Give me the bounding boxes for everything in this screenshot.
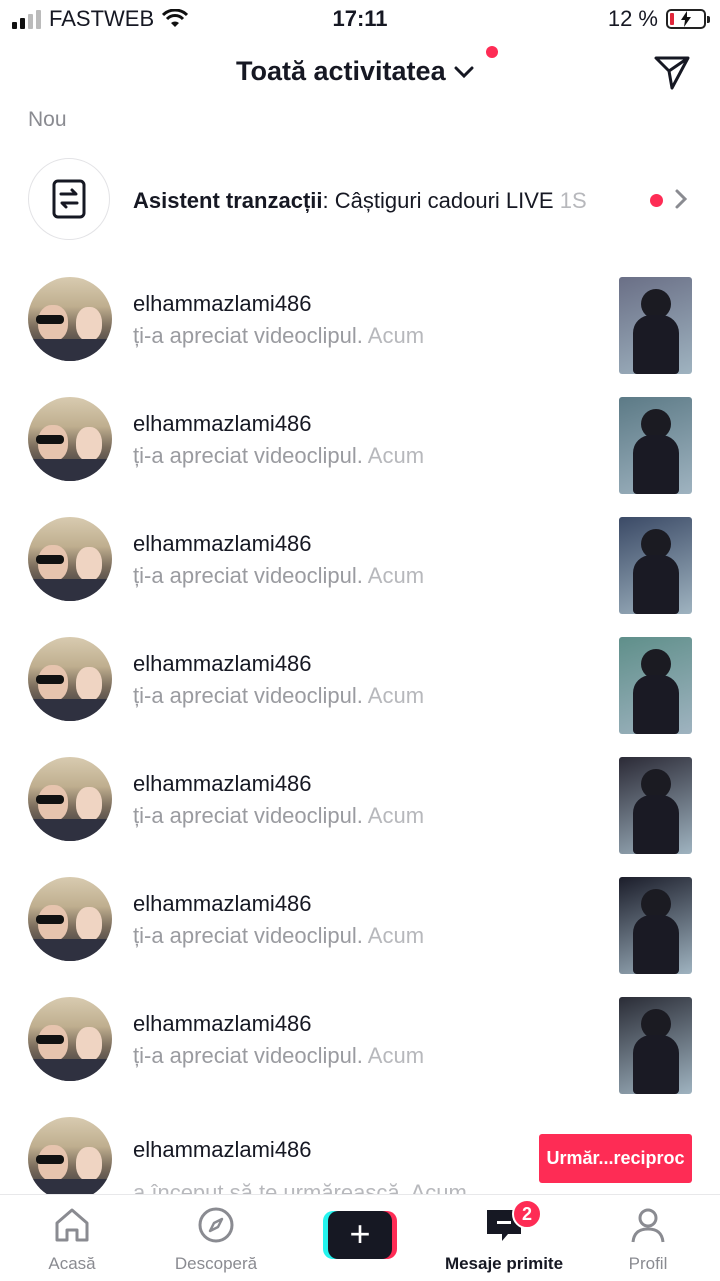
tab-discover[interactable]: Descoperă [156, 1205, 276, 1274]
action-text: ți-a apreciat videoclipul. [133, 563, 368, 588]
page-title: Toată activitatea [236, 56, 446, 86]
activity-text: ți-a apreciat videoclipul. Acum [133, 443, 424, 469]
activity-text: ți-a apreciat videoclipul. Acum [133, 563, 424, 589]
transaction-icon [28, 158, 110, 240]
avatar[interactable] [28, 277, 112, 361]
tab-inbox[interactable]: Mesaje primite [444, 1205, 564, 1274]
activity-time: Acum [367, 683, 425, 708]
tab-profile[interactable]: Profil [588, 1205, 708, 1274]
profile-icon [631, 1208, 665, 1243]
avatar[interactable] [28, 517, 112, 601]
activity-text: ți-a apreciat videoclipul. Acum [133, 803, 424, 829]
username[interactable]: elhammazlami486 [133, 1011, 312, 1037]
chevron-down-icon [454, 66, 474, 78]
avatar[interactable] [28, 397, 112, 481]
header: Toată activitatea [0, 44, 720, 104]
status-right: 12 % [607, 6, 710, 32]
video-thumbnail[interactable] [619, 277, 692, 374]
create-video-button[interactable]: + [323, 1211, 397, 1259]
tab-discover-label: Descoperă [174, 1254, 258, 1273]
activity-time: Acum [367, 923, 425, 948]
video-thumbnail[interactable] [619, 397, 692, 494]
list-item[interactable]: elhammazlami486 ți-a apreciat videoclipul… [0, 277, 720, 387]
username[interactable]: elhammazlami486 [133, 891, 312, 917]
action-text: ți-a apreciat videoclipul. [133, 923, 368, 948]
video-thumbnail[interactable] [619, 877, 692, 974]
action-text: ți-a apreciat videoclipul. [133, 443, 368, 468]
follow-back-button[interactable]: Urmăr...reciproc [539, 1134, 692, 1183]
inbox-badge: 2 [512, 1199, 542, 1229]
action-text: ți-a apreciat videoclipul. [133, 1043, 368, 1068]
activity-text: ți-a apreciat videoclipul. Acum [133, 923, 424, 949]
activity-text: ți-a apreciat videoclipul. Acum [133, 683, 424, 709]
list-item[interactable]: elhammazlami486 ți-a apreciat videoclipul… [0, 877, 720, 987]
tab-inbox-label: Mesaje primite [444, 1254, 564, 1273]
activity-time: Acum [367, 323, 425, 348]
avatar[interactable] [28, 997, 112, 1081]
video-thumbnail[interactable] [619, 757, 692, 854]
list-item[interactable]: elhammazlami486 ți-a apreciat videoclipul… [0, 517, 720, 627]
action-text: ți-a apreciat videoclipul. [133, 683, 368, 708]
activity-text: ți-a apreciat videoclipul. Acum [133, 1043, 424, 1069]
video-thumbnail[interactable] [619, 517, 692, 614]
list-item[interactable]: elhammazlami486 ți-a apreciat videoclipul… [0, 637, 720, 747]
list-item[interactable]: elhammazlami486 ți-a apreciat videoclipul… [0, 757, 720, 867]
activity-time: Acum [367, 443, 425, 468]
assistant-text: : Câștiguri cadouri LIVE [322, 188, 560, 213]
username[interactable]: elhammazlami486 [133, 771, 312, 797]
assistant-name: Asistent tranzacții [133, 188, 323, 213]
activity-time: Acum [367, 563, 425, 588]
bottom-tab-bar: Acasă Descoperă + Mesaje primite 2 Profi… [0, 1194, 720, 1281]
tab-profile-label: Profil [628, 1254, 668, 1273]
list-item[interactable]: elhammazlami486 ți-a apreciat videoclipul… [0, 997, 720, 1107]
plus-icon: + [328, 1211, 392, 1259]
activity-time: Acum [367, 803, 425, 828]
battery-icon [666, 9, 710, 29]
chevron-right-icon [675, 189, 688, 209]
username[interactable]: elhammazlami486 [133, 531, 312, 557]
action-text: ți-a apreciat videoclipul. [133, 803, 368, 828]
avatar[interactable] [28, 877, 112, 961]
video-thumbnail[interactable] [619, 997, 692, 1094]
tab-home[interactable]: Acasă [12, 1205, 132, 1274]
section-label-new: Nou [28, 108, 67, 131]
unread-dot [650, 194, 663, 207]
assistant-message: Asistent tranzacții: Câștiguri cadouri L… [133, 188, 603, 214]
status-bar: FASTWEB 17:11 12 % [0, 0, 720, 40]
compass-icon [198, 1207, 234, 1243]
username[interactable]: elhammazlami486 [133, 291, 312, 317]
home-icon [55, 1208, 89, 1242]
username[interactable]: elhammazlami486 [133, 651, 312, 677]
activity-text: ți-a apreciat videoclipul. Acum [133, 323, 424, 349]
username[interactable]: elhammazlami486 [133, 411, 312, 437]
action-text: ți-a apreciat videoclipul. [133, 323, 368, 348]
avatar[interactable] [28, 757, 112, 841]
avatar[interactable] [28, 637, 112, 721]
transaction-assistant-row[interactable]: Asistent tranzacții: Câștiguri cadouri L… [0, 158, 720, 244]
activity-time: Acum [367, 1043, 425, 1068]
send-message-icon[interactable] [652, 52, 692, 92]
username[interactable]: elhammazlami486 [133, 1137, 312, 1163]
tab-home-label: Acasă [48, 1254, 96, 1273]
list-item[interactable]: elhammazlami486 ți-a apreciat videoclipul… [0, 397, 720, 507]
avatar[interactable] [28, 1117, 112, 1194]
video-thumbnail[interactable] [619, 637, 692, 734]
battery-percent: 12 % [607, 6, 658, 31]
assistant-time: 1S [559, 188, 587, 213]
notification-dot [486, 46, 498, 58]
follow-action-text: a început să te urmărească. Acum [133, 1182, 467, 1194]
activity-filter-dropdown[interactable]: Toată activitatea [236, 56, 474, 87]
